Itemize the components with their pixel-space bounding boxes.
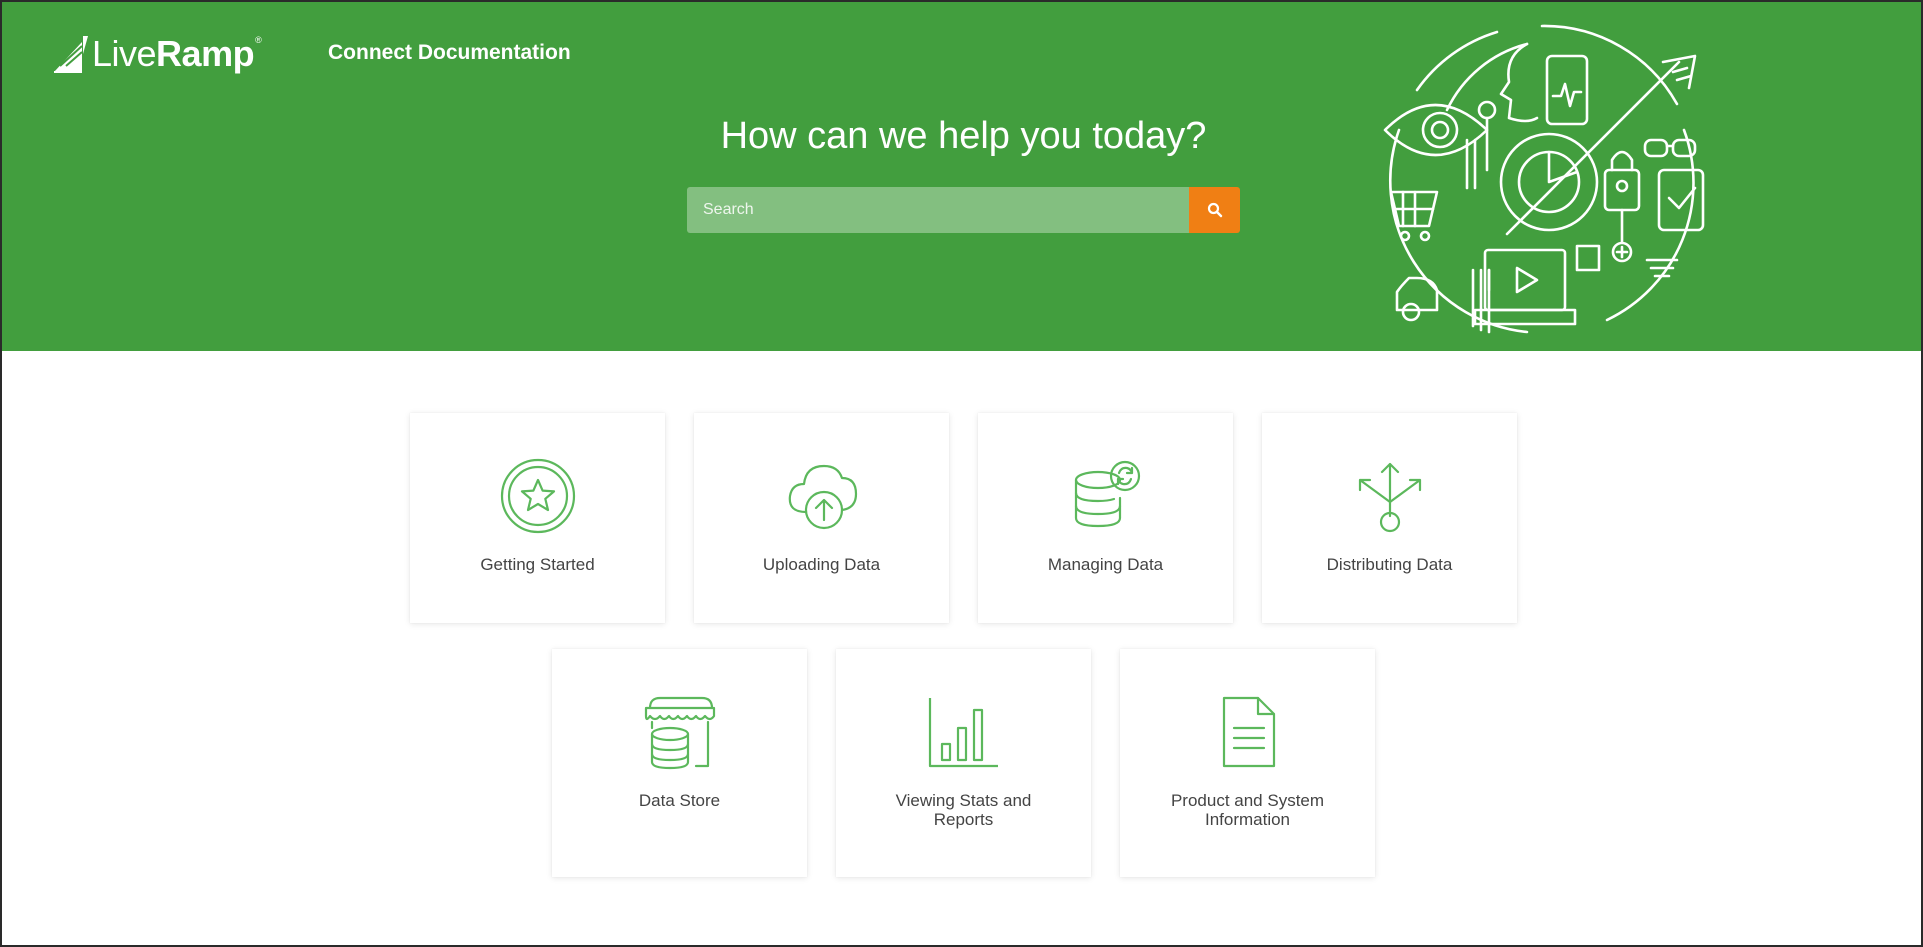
card-label: Distributing Data <box>1326 555 1453 574</box>
logo-ramp-text: Ramp <box>156 33 255 74</box>
card-managing-data[interactable]: Managing Data <box>978 413 1233 623</box>
card-viewing-stats-reports[interactable]: Viewing Stats and Reports <box>836 649 1091 877</box>
bar-chart-icon <box>928 698 998 768</box>
search-bar <box>687 187 1240 233</box>
card-product-system-info[interactable]: Product and System Information <box>1120 649 1375 877</box>
liveramp-logo[interactable]: LiveRamp® <box>52 32 262 76</box>
document-icon <box>1222 696 1275 768</box>
search-icon <box>1207 202 1222 218</box>
database-sync-icon <box>1074 460 1140 528</box>
logo-sail-icon <box>54 36 88 73</box>
card-row-1: Getting Started Uploading Data Managing … <box>410 413 1517 623</box>
logo-registered-mark: ® <box>255 35 262 45</box>
card-label: Data Store <box>638 791 721 810</box>
search-button[interactable] <box>1189 187 1240 233</box>
card-row-2: Data Store Viewing Stats and Reports Pro… <box>552 649 1375 877</box>
site-title-link[interactable]: Connect Documentation <box>328 41 571 65</box>
line-art-circle-illustration <box>1383 24 1705 334</box>
category-cards: Getting Started Uploading Data Managing … <box>2 413 1921 877</box>
card-uploading-data[interactable]: Uploading Data <box>694 413 949 623</box>
card-label: Managing Data <box>1047 555 1164 574</box>
hero-banner: LiveRamp® Connect Documentation How can … <box>2 2 1921 351</box>
card-label: Product and System Information <box>1170 791 1325 829</box>
card-distributing-data[interactable]: Distributing Data <box>1262 413 1517 623</box>
card-label: Viewing Stats and Reports <box>895 791 1032 829</box>
card-data-store[interactable]: Data Store <box>552 649 807 877</box>
card-label: Getting Started <box>480 555 595 574</box>
page-frame: LiveRamp® Connect Documentation How can … <box>0 0 1923 947</box>
distribute-arrows-icon <box>1358 462 1421 533</box>
logo-wordmark: LiveRamp® <box>92 33 262 74</box>
storefront-database-icon <box>644 696 715 770</box>
card-label: Uploading Data <box>762 555 881 574</box>
logo-live-text: Live <box>92 33 157 74</box>
cloud-upload-icon <box>788 464 857 530</box>
search-input[interactable] <box>687 187 1189 233</box>
card-getting-started[interactable]: Getting Started <box>410 413 665 623</box>
star-badge-icon <box>500 458 575 534</box>
